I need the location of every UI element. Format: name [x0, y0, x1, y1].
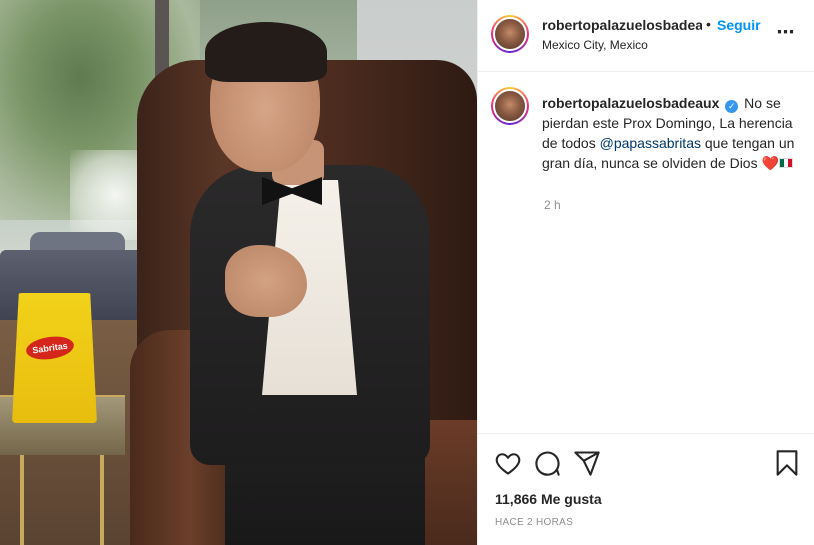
caption-mention-link[interactable]: @papassabritas — [600, 135, 701, 151]
bookmark-icon[interactable] — [773, 449, 801, 477]
likes-count[interactable]: 11,866 Me gusta — [495, 491, 602, 507]
post-side-panel: robertopalazuelosbadea… • Seguir Mexico … — [477, 0, 814, 545]
avatar-image — [493, 17, 527, 51]
comment-timestamp[interactable]: 2 h — [544, 198, 561, 212]
avatar[interactable] — [491, 87, 529, 125]
follow-button[interactable]: Seguir — [717, 17, 761, 33]
avatar[interactable] — [491, 15, 529, 53]
post-actions: 11,866 Me gusta HACE 2 HORAS — [478, 433, 814, 545]
more-options-icon[interactable]: ⋯ — [774, 22, 798, 46]
location-link[interactable]: Mexico City, Mexico — [542, 38, 648, 52]
caption-comment: robertopalazuelosbadeaux ✓ No se pierdan… — [478, 72, 814, 432]
comment-icon[interactable] — [533, 449, 561, 477]
table-leg — [20, 455, 24, 545]
post-header: robertopalazuelosbadea… • Seguir Mexico … — [478, 0, 814, 72]
heart-icon[interactable] — [494, 449, 522, 477]
table-leg — [100, 455, 104, 545]
header-username[interactable]: robertopalazuelosbadea… — [542, 17, 702, 33]
post-timestamp[interactable]: HACE 2 HORAS — [495, 517, 573, 528]
share-icon[interactable] — [573, 449, 601, 477]
verified-badge-icon: ✓ — [725, 100, 739, 113]
separator-dot: • — [706, 16, 711, 32]
caption-username[interactable]: robertopalazuelosbadeaux — [542, 95, 719, 111]
mexico-flag-icon — [778, 158, 793, 168]
heart-emoji: ❤️ — [761, 155, 779, 171]
caption-text: robertopalazuelosbadeaux ✓ No se pierdan… — [542, 93, 804, 173]
post-photo[interactable]: Sabritas — [0, 0, 477, 545]
avatar-image — [493, 89, 527, 123]
man-hair — [205, 22, 327, 82]
